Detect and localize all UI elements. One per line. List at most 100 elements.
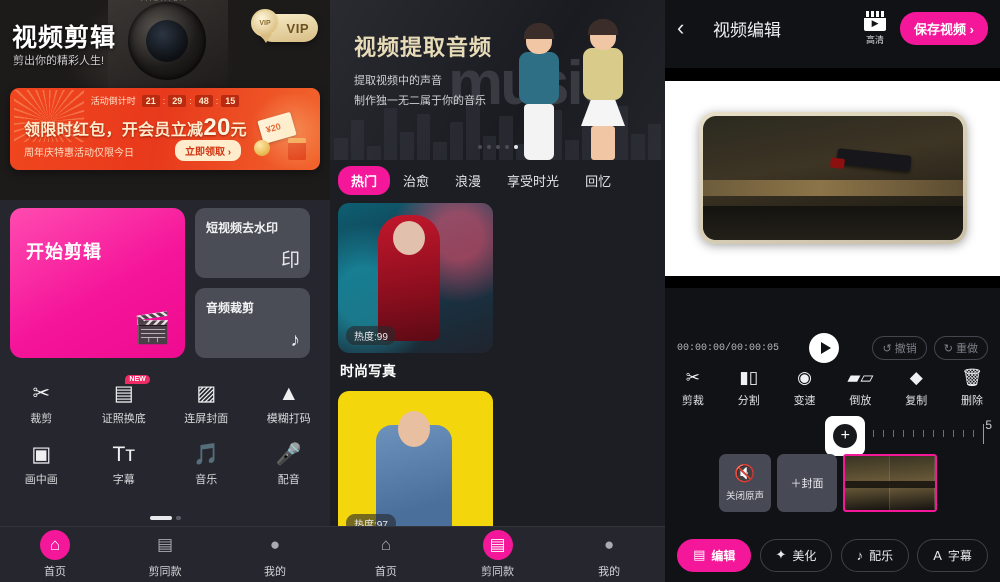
countdown-label: 活动倒计时 xyxy=(90,96,136,106)
templates-screen: music 视频提取音频 提取视频中的声音 制作独一无二属于你的音乐 xyxy=(330,0,665,582)
countdown-ms: 15 xyxy=(221,94,240,107)
timeline-ruler: 5 xyxy=(853,418,992,444)
add-clip-button[interactable]: + xyxy=(825,416,865,456)
promo-headline: 领限时红包，开会员立减20元 xyxy=(24,114,247,142)
feature-grid: ✂ 裁剪 NEW ▤ 证照换底 ▨ 连屏封面 ▲ 模糊打码 ▣ 画中画 Tт 字… xyxy=(0,375,330,497)
chip-enjoy-time[interactable]: 享受时光 xyxy=(494,166,572,195)
template-thumbnail: 热度:99 xyxy=(338,203,493,353)
bottom-tab-label: 字幕 xyxy=(947,548,972,563)
feature-music[interactable]: 🎵 音乐 xyxy=(165,436,248,497)
banner-title: 视频提取音频 xyxy=(354,35,493,60)
tool-label: 复制 xyxy=(905,395,928,407)
bottom-tab-subtitle[interactable]: A 字幕 xyxy=(917,538,988,572)
countdown-sep-2: : xyxy=(189,95,192,106)
tool-duplicate[interactable]: ◆ 复制 xyxy=(888,368,944,408)
chip-healing[interactable]: 治愈 xyxy=(390,166,442,195)
watermark-remove-card[interactable]: 短视频去水印 印 xyxy=(195,208,310,278)
tab-profile[interactable]: ● 我的 xyxy=(553,527,665,582)
clip-frame xyxy=(845,456,890,510)
template-icon: ▤ xyxy=(156,535,174,554)
tab-home[interactable]: ⌂ 首页 xyxy=(0,527,110,582)
mute-original-audio-button[interactable]: 🔇 关闭原声 xyxy=(719,454,771,512)
feature-id-photo[interactable]: NEW ▤ 证照换底 xyxy=(83,375,166,436)
tab-home[interactable]: ⌂ 首页 xyxy=(330,527,442,582)
profile-icon: ● xyxy=(269,535,281,554)
plus-icon: + xyxy=(833,424,857,448)
tab-templates[interactable]: ▤ 剪同款 xyxy=(110,527,220,582)
feature-row-2: ▣ 画中画 Tт 字幕 🎵 音乐 🎤 配音 xyxy=(0,436,330,497)
id-photo-icon: ▤ xyxy=(113,382,134,405)
subtitle-text-icon: Tт xyxy=(112,443,135,466)
chip-memory[interactable]: 回忆 xyxy=(572,166,624,195)
chip-romantic[interactable]: 浪漫 xyxy=(442,166,494,195)
audio-extract-banner[interactable]: music 视频提取音频 提取视频中的声音 制作独一无二属于你的音乐 xyxy=(330,0,665,160)
category-chips: 热门 治愈 浪漫 享受时光 回忆 xyxy=(330,160,665,203)
add-cover-button[interactable]: ＋封面 xyxy=(777,454,837,512)
countdown-row: 活动倒计时 21 : 29 : 48 : 15 xyxy=(10,94,320,107)
banner-dots[interactable] xyxy=(330,145,665,149)
skirt-shape xyxy=(581,100,625,126)
hot-label: 热度 xyxy=(354,332,374,343)
scissors-icon: ✂ xyxy=(685,368,701,387)
page-title: 视频剪辑 xyxy=(12,24,117,52)
audio-trim-card[interactable]: 音频裁剪 ♪ xyxy=(195,288,310,358)
tab-profile[interactable]: ● 我的 xyxy=(220,527,330,582)
bottom-tab-beautify[interactable]: ✦ 美化 xyxy=(759,538,833,572)
home-tabbar: ⌂ 首页 ▤ 剪同款 ● 我的 xyxy=(0,526,330,582)
tool-delete[interactable]: 🗑 删除 xyxy=(944,368,1000,408)
reverse-icon: ▰▱ xyxy=(847,368,874,387)
tool-reverse[interactable]: ▰▱ 倒放 xyxy=(832,368,888,408)
feature-label: 配音 xyxy=(277,474,300,486)
legs-shape xyxy=(591,126,615,160)
tool-crop[interactable]: ✂ 剪裁 xyxy=(665,368,721,408)
feature-mosaic[interactable]: ▲ 模糊打码 xyxy=(248,375,331,436)
watermark-remove-icon: 印 xyxy=(280,250,300,271)
hd-quality-button[interactable]: ▶ 高清 xyxy=(864,10,887,46)
save-video-button[interactable]: 保存视频 › xyxy=(900,11,988,45)
feature-cover[interactable]: ▨ 连屏封面 xyxy=(165,375,248,436)
undo-button[interactable]: ↺ 撤销 xyxy=(872,336,927,360)
bottom-tab-edit[interactable]: ▤ 编辑 xyxy=(677,538,752,572)
tool-label: 倒放 xyxy=(849,395,872,407)
watermark-remove-label: 短视频去水印 xyxy=(206,221,279,235)
promo-note: 周年庆特惠活动仅限今日 xyxy=(24,148,134,159)
tool-speed[interactable]: ◉ 变速 xyxy=(777,368,833,408)
feature-label: 证照换底 xyxy=(101,413,146,425)
countdown-seconds: 48 xyxy=(194,94,213,107)
torso-shape xyxy=(583,48,623,100)
clapperboard-icon: ▶ xyxy=(864,10,887,31)
feature-crop[interactable]: ✂ 裁剪 xyxy=(0,375,83,436)
feature-dubbing[interactable]: 🎤 配音 xyxy=(248,436,331,497)
playback-controls: 00:00:00/00:00:05 ↺ 撤销 ↻ 重做 xyxy=(665,330,1000,366)
undo-label: 撤销 xyxy=(894,343,917,355)
vip-badge[interactable]: VIP VIP xyxy=(251,9,318,43)
promo-claim-button[interactable]: 立即领取 › xyxy=(175,140,242,161)
countdown-sep-1: : xyxy=(162,95,166,106)
tool-label: 删除 xyxy=(961,395,984,407)
promo-banner[interactable]: 活动倒计时 21 : 29 : 48 : 15 领限时红包，开会员立减20元 周… xyxy=(10,88,320,170)
ruler-ticks xyxy=(853,430,982,437)
video-clip-thumbnail[interactable] xyxy=(843,454,937,512)
chevron-left-icon[interactable]: ‹ xyxy=(677,15,703,41)
feature-label: 裁剪 xyxy=(30,413,53,425)
feature-subtitle[interactable]: Tт 字幕 xyxy=(83,436,166,497)
page-subtitle: 剪出你的精彩人生! xyxy=(13,55,105,67)
tab-templates[interactable]: ▤ 剪同款 xyxy=(442,527,554,582)
start-editing-card[interactable]: 开始剪辑 🎬 xyxy=(10,208,185,358)
countdown-minutes: 29 xyxy=(168,94,187,107)
video-preview-area[interactable] xyxy=(665,68,1000,288)
play-button[interactable] xyxy=(809,333,840,363)
chip-hot[interactable]: 热门 xyxy=(338,166,391,195)
template-card[interactable]: 热度:99 时尚写真 xyxy=(338,203,493,381)
tool-split[interactable]: ▮▯ 分割 xyxy=(721,368,777,408)
split-icon: ▮▯ xyxy=(739,368,759,387)
bottom-tab-music[interactable]: ♪ 配乐 xyxy=(840,538,910,572)
figure-female xyxy=(581,19,625,160)
timeline-area[interactable]: 5 + 🔇 关闭原声 ＋封面 xyxy=(665,412,1000,522)
torso-shape xyxy=(519,52,559,104)
redo-button[interactable]: ↻ 重做 xyxy=(933,336,988,360)
feature-pip[interactable]: ▣ 画中画 xyxy=(0,436,83,497)
feature-label: 模糊打码 xyxy=(266,413,311,425)
blur-mosaic-icon: ▲ xyxy=(278,382,300,405)
redo-label: 重做 xyxy=(956,343,978,355)
